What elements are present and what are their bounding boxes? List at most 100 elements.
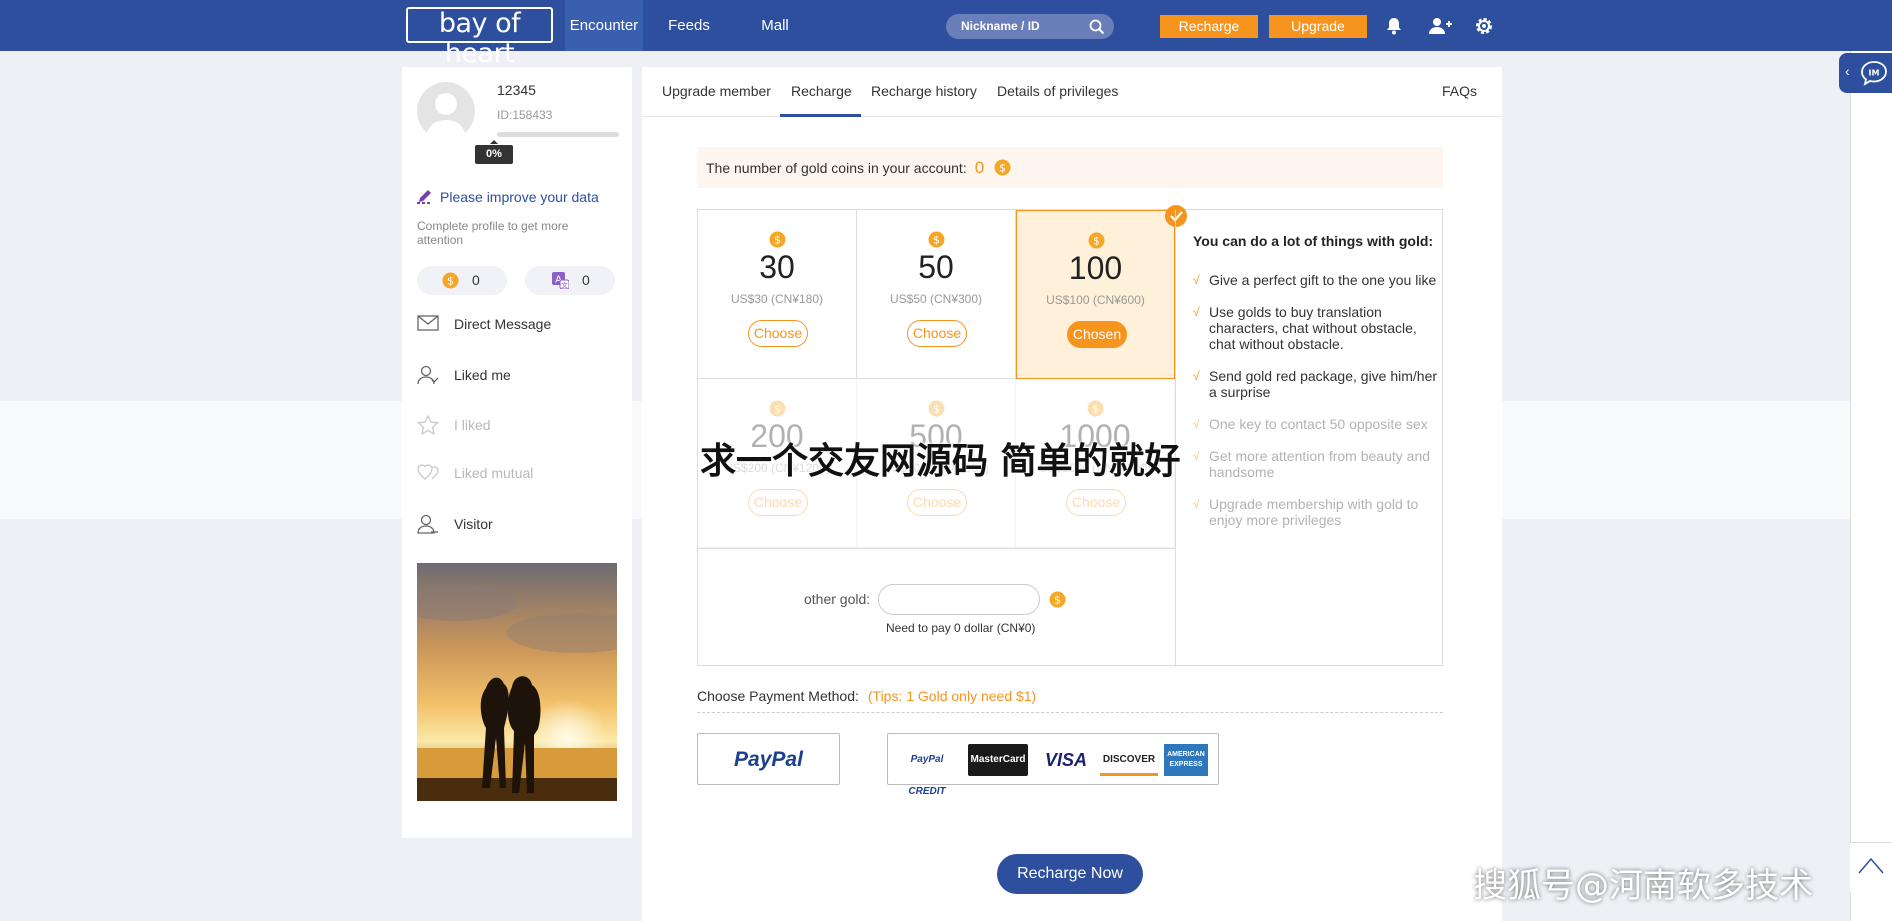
recharge-now-button[interactable]: Recharge Now [997, 854, 1143, 894]
benefit-item: One key to contact 50 opposite sex [1193, 416, 1438, 432]
upgrade-button[interactable]: Upgrade [1269, 15, 1367, 38]
other-gold-input[interactable] [878, 584, 1040, 615]
paypal-option[interactable]: PayPal [697, 733, 840, 785]
gold-coin-icon: $ [1087, 400, 1104, 417]
top-navbar: bay of heart Encounter Feeds Mall Nickna… [0, 0, 1892, 69]
gold-coin-icon: $ [769, 231, 786, 248]
scroll-top-button[interactable] [1850, 842, 1892, 892]
gold-coin-icon: $ [442, 272, 459, 289]
choose-button[interactable]: Choose [907, 320, 967, 347]
recharge-button[interactable]: Recharge [1160, 15, 1258, 38]
svg-text:$: $ [774, 403, 781, 416]
tab-recharge-history[interactable]: Recharge history [871, 83, 977, 99]
menu-label: I liked [454, 417, 491, 433]
couple-sunset-photo [417, 563, 617, 801]
payment-tip: (Tips: 1 Gold only need $1) [867, 688, 1037, 704]
gold-coin-icon: $ [928, 231, 945, 248]
logo[interactable]: bay of heart [406, 7, 553, 69]
svg-text:$: $ [933, 403, 940, 416]
nav-mall[interactable]: Mall [750, 0, 800, 51]
add-friend-icon[interactable] [1428, 16, 1452, 36]
choose-button[interactable]: Choose [907, 489, 967, 516]
benefit-item: Use golds to buy translation characters,… [1193, 304, 1438, 352]
gold-benefits: You can do a lot of things with gold: Gi… [1175, 210, 1443, 665]
menu-liked-me[interactable]: Liked me [417, 363, 617, 387]
gold-balance-pill[interactable]: $ 0 [417, 266, 507, 295]
payment-label: Choose Payment Method: [697, 688, 859, 704]
nav-feeds[interactable]: Feeds [660, 0, 718, 51]
tab-upgrade-member[interactable]: Upgrade member [662, 83, 771, 99]
search-icon[interactable] [1089, 19, 1105, 35]
menu-i-liked[interactable]: I liked [417, 413, 617, 437]
menu-visitor[interactable]: Visitor [417, 512, 617, 536]
nav-encounter[interactable]: Encounter [565, 0, 643, 51]
benefits-title: You can do a lot of things with gold: [1193, 233, 1434, 249]
mastercard-logo: MasterCard [968, 744, 1028, 776]
progress-tooltip: 0% [475, 140, 513, 164]
package-amount: 50 [918, 249, 954, 285]
benefit-item: Get more attention from beauty and hands… [1193, 448, 1438, 480]
profile-progress-bar [497, 132, 619, 137]
translate-balance-pill[interactable]: A文 0 [525, 266, 615, 295]
visitor-icon [417, 514, 438, 534]
choose-button[interactable]: Choose [1066, 489, 1126, 516]
chevron-left-icon: ‹ [1845, 63, 1850, 79]
gold-coin-icon: $ [994, 159, 1011, 176]
tab-recharge[interactable]: Recharge [791, 83, 852, 99]
bell-icon[interactable] [1384, 16, 1404, 36]
package-price: US$50 (CN¥300) [889, 292, 983, 306]
card-payment-option[interactable]: PayPal CREDIT MasterCard VISA DISCOVER A… [887, 733, 1219, 797]
translate-icon: A文 [552, 272, 569, 289]
package-price: US$30 (CN¥180) [730, 292, 824, 306]
im-chat-tab[interactable]: ‹ IM [1839, 53, 1892, 93]
choose-button[interactable]: Choose [748, 320, 808, 347]
menu-label: Visitor [454, 516, 493, 532]
chevron-up-icon [1858, 857, 1884, 874]
menu-liked-mutual[interactable]: Liked mutual [417, 461, 617, 485]
benefit-item: Upgrade membership with gold to enjoy mo… [1193, 496, 1438, 528]
menu-direct-message[interactable]: Direct Message [417, 312, 617, 336]
faqs-link[interactable]: FAQs [1442, 83, 1477, 99]
visa-logo: VISA [1044, 750, 1087, 770]
star-icon [417, 415, 439, 435]
package-100-selected[interactable]: $ 100 US$100 (CN¥600) Chosen [1016, 205, 1187, 379]
menu-label: Direct Message [454, 316, 552, 332]
payment-method-label: Choose Payment Method: (Tips: 1 Gold only… [697, 688, 1036, 704]
other-gold-section: other gold: $ Need to pay 0 dollar (CN¥0… [698, 548, 1175, 665]
gold-count: 0 [472, 272, 480, 288]
svg-text:$: $ [999, 162, 1006, 175]
gear-icon[interactable] [1474, 16, 1494, 36]
package-amount: 100 [1068, 250, 1123, 286]
benefit-item: Give a perfect gift to the one you like [1193, 272, 1438, 288]
dashed-divider [697, 712, 1443, 713]
svg-text:$: $ [447, 275, 454, 288]
user-id: ID:158433 [497, 108, 553, 122]
package-amount: 30 [759, 249, 795, 285]
svg-text:$: $ [1093, 235, 1100, 248]
other-gold-label: other gold: [804, 591, 871, 607]
avatar[interactable] [417, 82, 475, 140]
svg-text:$: $ [774, 234, 781, 247]
search-placeholder: Nickname / ID [961, 19, 1040, 33]
improve-data-label: Please improve your data [440, 189, 599, 205]
complete-profile-hint: Complete profile to get more attention [417, 219, 569, 247]
tab-details-of-privileges[interactable]: Details of privileges [997, 83, 1118, 99]
gold-balance-label: The number of gold coins in your account… [706, 160, 967, 176]
package-50[interactable]: $ 50 US$50 (CN¥300) Choose [857, 210, 1016, 379]
chosen-button[interactable]: Chosen [1067, 321, 1127, 348]
menu-label: Liked mutual [454, 465, 534, 481]
right-sidebar [1850, 51, 1892, 921]
svg-text:$: $ [1092, 403, 1099, 416]
amex-logo: AMERICAN EXPRESS [1164, 744, 1208, 776]
svg-text:文: 文 [561, 281, 568, 290]
hearts-icon [417, 464, 439, 480]
svg-text:$: $ [933, 234, 940, 247]
search-input[interactable]: Nickname / ID [946, 14, 1114, 39]
choose-button[interactable]: Choose [748, 489, 808, 516]
translate-count: 0 [582, 272, 590, 288]
improve-data-link[interactable]: Please improve your data [417, 188, 599, 205]
package-30[interactable]: $ 30 US$30 (CN¥180) Choose [698, 210, 857, 379]
payment-amount-note: Need to pay 0 dollar (CN¥0) [886, 621, 1036, 635]
paypal-credit-logo: PayPal CREDIT [908, 754, 946, 797]
im-label: IM [1869, 69, 1880, 78]
